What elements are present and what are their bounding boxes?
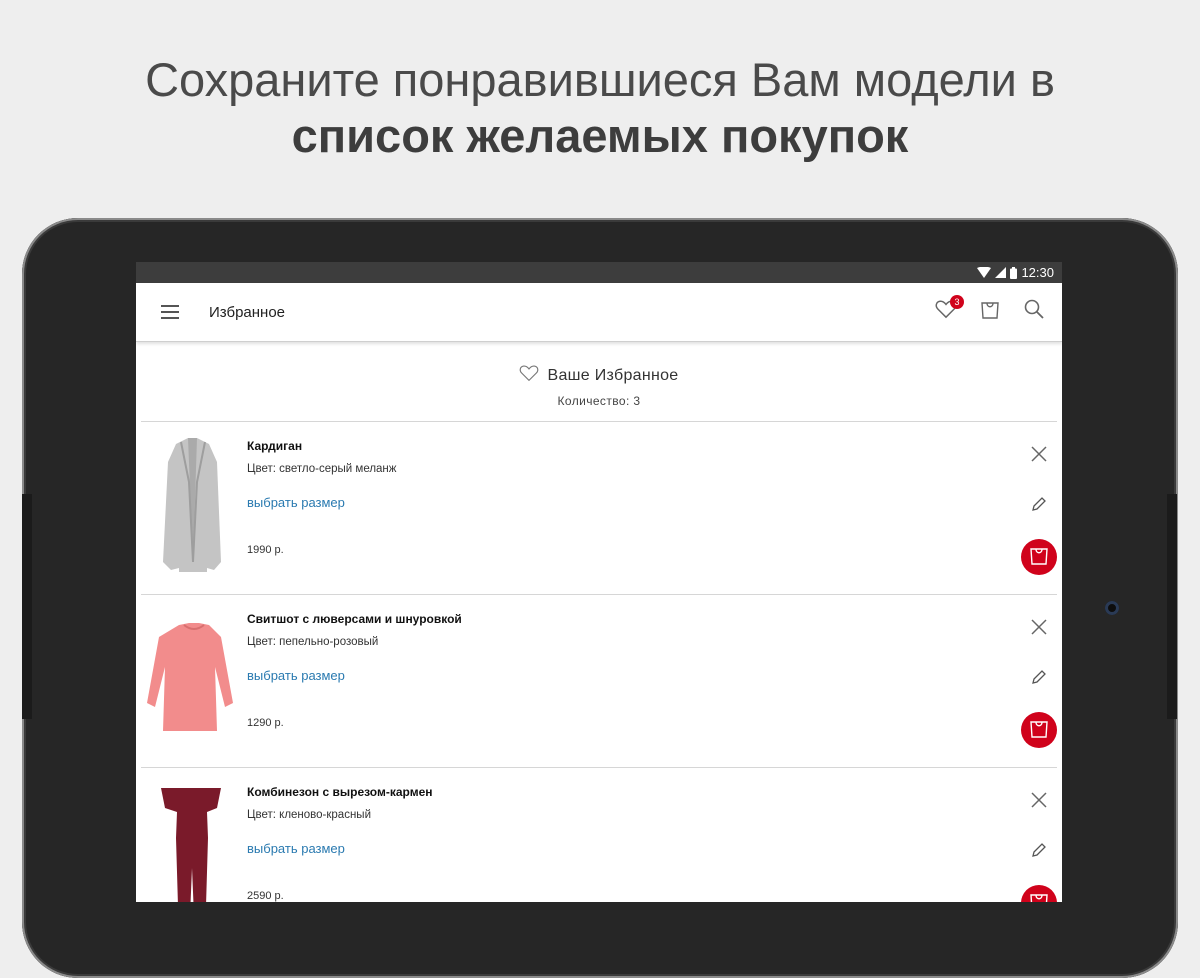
shopping-bag-icon [1029,718,1049,743]
cart-button[interactable] [976,297,1004,325]
close-icon[interactable] [1027,442,1051,466]
favorite-item: Свитшот с люверсами и шнуровкой Цвет: пе… [141,595,1057,768]
select-size-link[interactable]: выбрать размер [247,495,345,510]
tablet-side-button-left [22,494,32,719]
favorites-title-text: Ваше Избранное [547,366,679,384]
edit-pencil-icon[interactable] [1027,665,1051,689]
shopping-bag-icon [1029,545,1049,570]
page-title: Избранное [209,303,286,321]
add-to-cart-button[interactable] [1021,539,1057,575]
camera-icon [1105,601,1119,615]
product-color: Цвет: пепельно-розовый [247,636,379,648]
status-bar: 12:30 [136,262,1062,283]
favorites-title: Ваше Избранное [519,364,678,387]
product-color: Цвет: светло-серый меланж [247,463,397,475]
product-price: 2590 р. [247,890,284,902]
edit-pencil-icon[interactable] [1027,838,1051,862]
favorite-item: Комбинезон с вырезом-кармен Цвет: кленов… [141,768,1057,902]
close-icon[interactable] [1027,788,1051,812]
status-time: 12:30 [1021,265,1054,280]
shopping-bag-icon [980,299,1000,324]
product-name: Свитшот с люверсами и шнуровкой [247,612,462,626]
product-thumbnail[interactable] [141,595,241,767]
favorites-count: Количество: 3 [557,394,641,408]
add-to-cart-button[interactable] [1021,885,1057,902]
favorite-item: Кардиган Цвет: светло-серый меланж выбра… [141,422,1057,595]
search-icon [1024,299,1044,324]
add-to-cart-button[interactable] [1021,712,1057,748]
wishlist-count-badge: 3 [950,295,964,309]
product-color: Цвет: кленово-красный [247,809,371,821]
product-price: 1290 р. [247,717,284,729]
close-icon[interactable] [1027,615,1051,639]
shopping-bag-icon [1029,891,1049,902]
select-size-link[interactable]: выбрать размер [247,668,345,683]
favorites-header: Ваше Избранное Количество: 3 [136,342,1062,421]
tablet-side-button-right [1167,494,1177,719]
app-bar: Избранное 3 [136,283,1062,342]
product-name: Кардиган [247,439,303,453]
battery-icon [1010,266,1018,279]
wifi-icon [977,267,992,278]
signal-icon [995,267,1007,278]
hamburger-menu-icon[interactable] [156,298,184,326]
search-button[interactable] [1020,297,1048,325]
app-screen: 12:30 Избранное 3 Ваше Избранное Количес… [136,262,1062,902]
product-name: Комбинезон с вырезом-кармен [247,785,433,799]
promo-headline: Сохраните понравившиеся Вам модели в спи… [0,52,1200,164]
edit-pencil-icon[interactable] [1027,492,1051,516]
app-bar-actions: 3 [932,295,1048,325]
promo-line-1: Сохраните понравившиеся Вам модели в [145,53,1055,106]
promo-line-2: список желаемых покупок [291,109,909,162]
heart-outline-icon [519,364,539,387]
product-thumbnail[interactable] [141,768,241,902]
wishlist-button[interactable]: 3 [932,295,964,325]
product-price: 1990 р. [247,544,284,556]
product-thumbnail[interactable] [141,422,241,594]
select-size-link[interactable]: выбрать размер [247,841,345,856]
